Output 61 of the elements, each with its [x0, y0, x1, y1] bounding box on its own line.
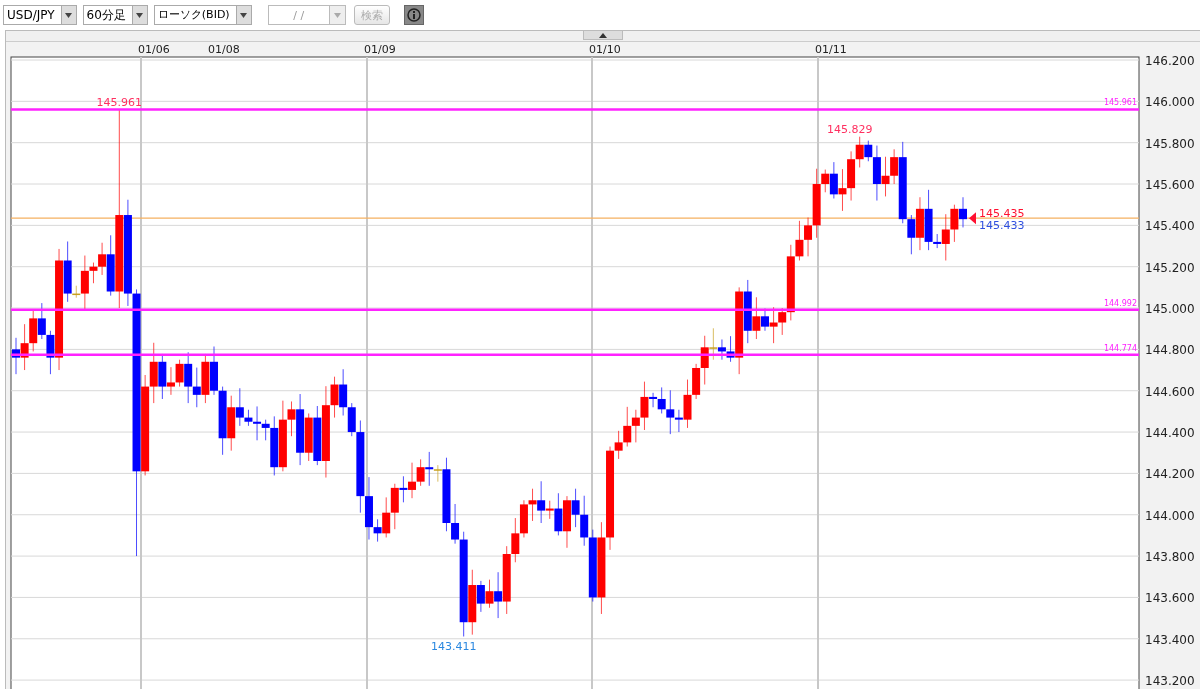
bid-price: 145.435	[979, 207, 1025, 221]
candle	[201, 353, 210, 404]
high-price-label: 145.961	[96, 96, 143, 110]
date-axis-label: 01/06	[138, 43, 170, 56]
caret-icon	[65, 12, 73, 18]
candle	[950, 204, 959, 243]
price-axis-label: 144.800	[1145, 343, 1195, 358]
price-axis-label: 144.600	[1145, 384, 1195, 399]
caret-icon	[136, 12, 144, 18]
collapse-icon	[599, 32, 607, 38]
info-button[interactable]	[403, 5, 424, 25]
candle	[519, 499, 528, 538]
price-axis-label: 145.600	[1145, 178, 1195, 192]
price-axis-label: 146.200	[1145, 54, 1195, 68]
candle	[692, 363, 701, 400]
low-price-label: 143.411	[430, 640, 477, 654]
currency-pair-dropdown[interactable]: USD/JPY	[3, 5, 77, 25]
price-axis-label: 143.400	[1145, 632, 1195, 647]
candle	[192, 367, 201, 408]
candle	[37, 302, 46, 340]
price-line-label: 145.961	[1103, 98, 1137, 108]
chart-type-dropdown[interactable]: ローソク(BID)	[153, 5, 252, 25]
info-icon	[406, 8, 421, 22]
candle	[20, 323, 29, 371]
price-line-label: 144.992	[1103, 298, 1137, 308]
price-axis-label: 143.200	[1145, 674, 1195, 689]
candle	[528, 488, 537, 522]
candle	[580, 495, 589, 547]
timeframe-dropdown[interactable]: 60分足	[82, 5, 148, 25]
high-price-label: 145.829	[826, 122, 873, 136]
price-axis-label: 143.600	[1145, 591, 1195, 606]
candle	[218, 386, 227, 456]
date-axis-label: 01/08	[208, 43, 240, 56]
price-axis-label: 145.200	[1145, 260, 1195, 275]
candle	[416, 458, 425, 487]
price-axis-label: 143.800	[1145, 550, 1195, 565]
candle	[571, 488, 580, 528]
candle	[623, 406, 632, 448]
price-axis-label: 145.800	[1145, 136, 1195, 151]
candle	[838, 168, 847, 212]
candle	[227, 395, 236, 452]
price-marker-icon	[969, 212, 976, 225]
date-axis-label: 01/11	[815, 43, 847, 56]
ask-price: 145.433	[979, 219, 1025, 233]
price-axis-label: 145.400	[1145, 219, 1195, 234]
price-axis-label: 144.200	[1145, 467, 1195, 482]
candle	[29, 310, 38, 352]
date-axis-label: 01/09	[364, 43, 396, 56]
candle	[915, 196, 924, 251]
collapse-tab[interactable]	[583, 31, 623, 40]
price-axis-label: 145.000	[1145, 302, 1195, 317]
price-axis-label: 144.000	[1145, 508, 1195, 523]
date-axis-label: 01/10	[589, 43, 621, 56]
date-field[interactable]: / /	[267, 5, 330, 25]
caret-icon	[240, 12, 248, 18]
price-axis-label: 144.400	[1145, 426, 1195, 441]
candle	[339, 368, 348, 416]
price-axis-label: 146.000	[1145, 95, 1195, 110]
price-line-label: 144.774	[1103, 343, 1137, 353]
candle	[881, 156, 890, 197]
caret-icon	[333, 12, 341, 18]
